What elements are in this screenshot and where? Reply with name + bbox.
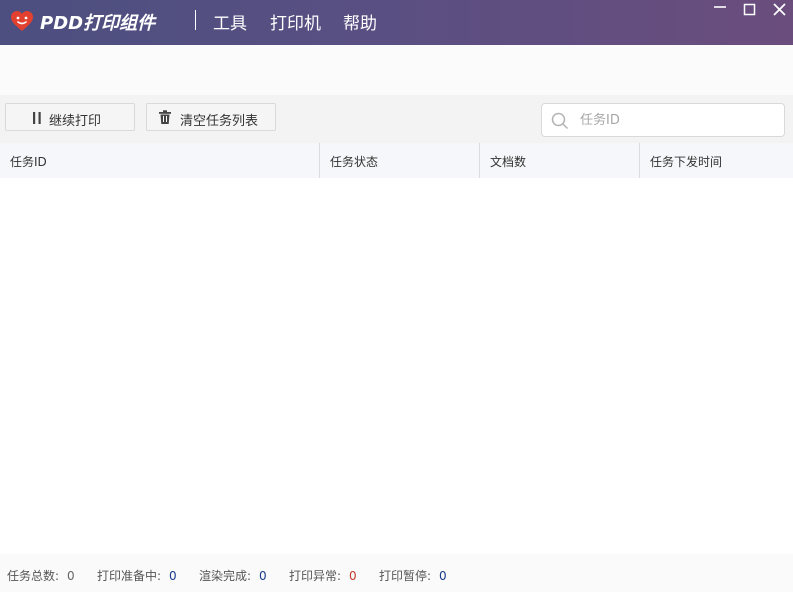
column-dispatch-time-label: 任务下发时间 (650, 155, 723, 169)
stat-print-paused: 打印暂停: 0 (379, 567, 447, 584)
title-separator (195, 10, 196, 30)
clear-task-list-button[interactable]: 清空任务列表 (146, 103, 276, 131)
column-doc-count-label: 文档数 (490, 155, 527, 169)
title-bar: PDD打印组件 工具 打印机 帮助 (0, 0, 793, 45)
app-title: PDD打印组件 (40, 13, 156, 34)
stat-print-paused-label: 打印暂停: (379, 569, 432, 583)
menu-tools[interactable]: 工具 (213, 9, 247, 34)
column-task-id[interactable]: 任务ID (0, 143, 320, 178)
stat-print-error: 打印异常: 0 (289, 567, 357, 584)
stat-total-tasks-label: 任务总数: (7, 569, 60, 583)
task-id-search-input[interactable] (580, 111, 770, 129)
app-window: PDD打印组件 工具 打印机 帮助 继续打印 清空任务列表 任务ID 任务ID … (0, 0, 793, 592)
stat-total-tasks-value: 0 (67, 569, 75, 583)
stat-rendered: 渲染完成: 0 (199, 567, 267, 584)
menu-help[interactable]: 帮助 (343, 9, 377, 34)
task-table-body (0, 178, 793, 554)
stat-total-tasks: 任务总数: 0 (7, 567, 75, 584)
search-box[interactable] (541, 103, 785, 137)
stat-rendered-label: 渲染完成: (199, 569, 252, 583)
stat-print-error-label: 打印异常: (289, 569, 342, 583)
secondary-bar (0, 45, 793, 95)
minimize-icon[interactable] (706, 0, 734, 22)
column-task-status-label: 任务状态 (330, 155, 379, 169)
maximize-icon[interactable] (736, 0, 764, 22)
stat-rendered-value: 0 (259, 569, 267, 583)
continue-print-label: 继续打印 (49, 114, 102, 129)
status-bar: 任务总数: 0 打印准备中: 0 渲染完成: 0 打印异常: 0 打印暂停: 0 (0, 554, 793, 592)
clear-task-list-label: 清空任务列表 (180, 114, 259, 129)
trash-icon (159, 110, 171, 124)
column-task-status[interactable]: 任务状态 (320, 143, 480, 178)
task-table-header: 任务ID 任务状态 文档数 任务下发时间 (0, 143, 793, 178)
column-dispatch-time[interactable]: 任务下发时间 (640, 143, 793, 178)
stat-preparing-label: 打印准备中: (97, 569, 162, 583)
pause-icon (33, 112, 41, 124)
continue-print-button[interactable]: 继续打印 (5, 103, 135, 131)
close-icon[interactable] (766, 0, 793, 22)
column-task-id-label: 任务ID (10, 155, 47, 169)
pdd-heart-logo-icon (11, 11, 33, 31)
toolbar: 继续打印 清空任务列表 (0, 95, 793, 143)
stat-print-paused-value: 0 (439, 569, 447, 583)
stat-preparing: 打印准备中: 0 (97, 567, 177, 584)
column-doc-count[interactable]: 文档数 (480, 143, 640, 178)
stat-preparing-value: 0 (169, 569, 177, 583)
stat-print-error-value: 0 (349, 569, 357, 583)
menu-printer[interactable]: 打印机 (270, 9, 321, 34)
search-icon (551, 112, 569, 130)
